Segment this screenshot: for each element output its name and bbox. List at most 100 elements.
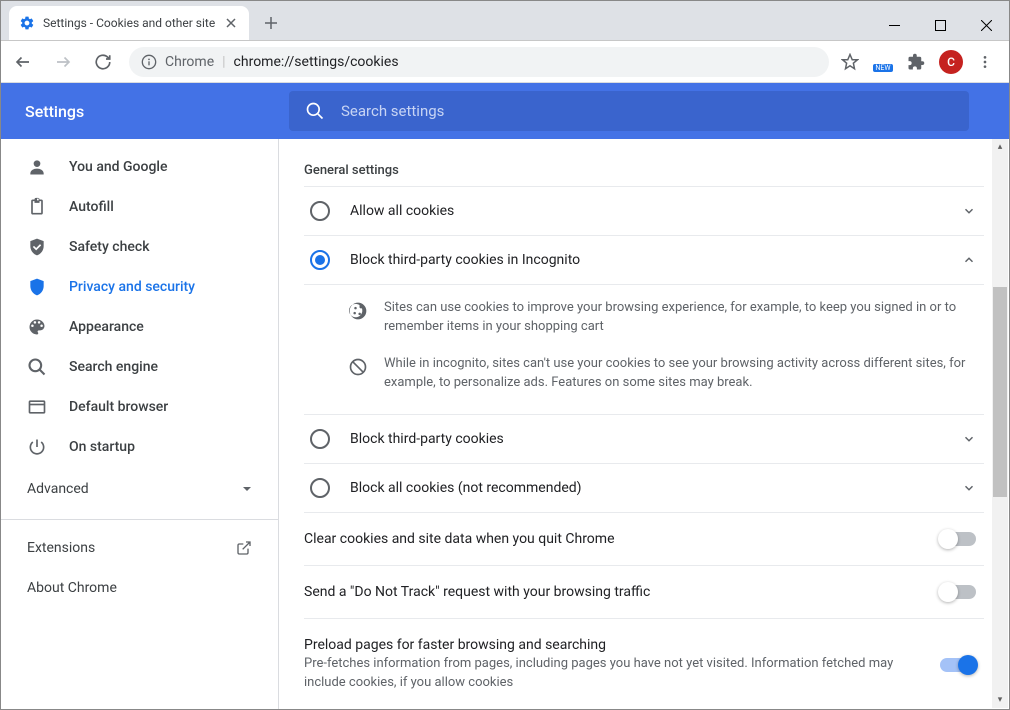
toggle-label: Clear cookies and site data when you qui… — [304, 531, 924, 547]
section-title: General settings — [304, 163, 984, 178]
profile-avatar[interactable]: C — [939, 50, 963, 74]
sidebar-item-search-engine[interactable]: Search engine — [1, 347, 278, 387]
url-text: chrome://settings/cookies — [234, 54, 399, 70]
toggle-sublabel: Pre-fetches information from pages, incl… — [304, 655, 924, 691]
sidebar-item-label: Safety check — [69, 239, 150, 255]
search-placeholder: Search settings — [341, 102, 444, 120]
main-content: General settings Allow all cookies Block… — [279, 139, 1009, 709]
palette-icon — [27, 317, 47, 337]
desc-text: Sites can use cookies to improve your br… — [384, 299, 976, 337]
toggle-label: Send a "Do Not Track" request with your … — [304, 584, 924, 600]
sidebar-item-label: Default browser — [69, 399, 168, 415]
cookie-icon — [348, 301, 368, 321]
sidebar-item-label: Appearance — [69, 319, 144, 335]
address-bar[interactable]: Chrome | chrome://settings/cookies — [129, 47, 829, 77]
about-label: About Chrome — [27, 580, 117, 596]
radio-block-third-party-incognito[interactable]: Block third-party cookies in Incognito — [304, 235, 984, 284]
sidebar-item-label: Search engine — [69, 359, 158, 375]
toggle-switch[interactable] — [940, 532, 976, 546]
toggle-switch-on[interactable] — [940, 658, 976, 672]
close-tab-icon[interactable] — [223, 15, 239, 31]
sidebar: You and Google Autofill Safety check Pri… — [1, 139, 279, 709]
toggle-do-not-track[interactable]: Send a "Do Not Track" request with your … — [304, 565, 984, 618]
radio-icon — [310, 478, 330, 498]
search-icon — [305, 101, 325, 121]
desc-item-cookie: Sites can use cookies to improve your br… — [348, 285, 984, 341]
sidebar-advanced[interactable]: Advanced — [1, 467, 278, 511]
radio-block-third-party[interactable]: Block third-party cookies — [304, 414, 984, 463]
radio-label: Allow all cookies — [350, 203, 942, 219]
settings-title: Settings — [25, 102, 257, 121]
sidebar-item-safety-check[interactable]: Safety check — [1, 227, 278, 267]
site-info-icon[interactable] — [141, 54, 157, 70]
radio-icon — [310, 201, 330, 221]
desc-item-block: While in incognito, sites can't use your… — [348, 341, 984, 397]
new-tab-button[interactable] — [257, 9, 285, 37]
scroll-thumb[interactable] — [993, 287, 1007, 497]
scroll-down-icon[interactable]: ▾ — [992, 692, 1008, 708]
sidebar-item-autofill[interactable]: Autofill — [1, 187, 278, 227]
new-extension-badge[interactable]: NEW — [873, 53, 893, 71]
minimize-button[interactable] — [871, 10, 917, 40]
sidebar-item-you-and-google[interactable]: You and Google — [1, 147, 278, 187]
titlebar: Settings - Cookies and other site — [1, 1, 1009, 41]
sidebar-item-default-browser[interactable]: Default browser — [1, 387, 278, 427]
external-link-icon — [236, 540, 252, 556]
chrome-menu-icon[interactable] — [977, 54, 993, 70]
maximize-button[interactable] — [917, 10, 963, 40]
window-controls — [871, 16, 1009, 40]
extensions-label: Extensions — [27, 540, 95, 556]
chevron-up-icon[interactable] — [962, 253, 976, 267]
sidebar-item-appearance[interactable]: Appearance — [1, 307, 278, 347]
url-prefix: Chrome — [165, 54, 214, 70]
radio-label: Block all cookies (not recommended) — [350, 480, 942, 496]
browser-icon — [27, 397, 47, 417]
chevron-down-icon[interactable] — [962, 481, 976, 495]
back-button[interactable] — [9, 48, 37, 76]
advanced-label: Advanced — [27, 481, 89, 497]
clipboard-icon — [27, 197, 47, 217]
search-settings-input[interactable]: Search settings — [289, 91, 969, 131]
sidebar-extensions[interactable]: Extensions — [1, 528, 278, 568]
radio-label: Block third-party cookies in Incognito — [350, 252, 942, 268]
sidebar-item-on-startup[interactable]: On startup — [1, 427, 278, 467]
chevron-down-icon — [242, 484, 252, 494]
reload-button[interactable] — [89, 48, 117, 76]
url-separator: | — [222, 54, 225, 70]
sidebar-item-label: On startup — [69, 439, 135, 455]
chevron-down-icon[interactable] — [962, 432, 976, 446]
close-window-button[interactable] — [963, 10, 1009, 40]
radio-block-all-cookies[interactable]: Block all cookies (not recommended) — [304, 463, 984, 512]
toggle-preload-pages[interactable]: Preload pages for faster browsing and se… — [304, 618, 984, 691]
browser-toolbar: Chrome | chrome://settings/cookies NEW C — [1, 41, 1009, 83]
browser-tab[interactable]: Settings - Cookies and other site — [9, 6, 249, 40]
sidebar-item-privacy-security[interactable]: Privacy and security — [1, 267, 278, 307]
radio-description-block: Sites can use cookies to improve your br… — [304, 284, 984, 414]
radio-allow-all-cookies[interactable]: Allow all cookies — [304, 186, 984, 235]
toggle-label: Preload pages for faster browsing and se… — [304, 637, 924, 653]
chevron-down-icon[interactable] — [962, 204, 976, 218]
shield-icon — [27, 277, 47, 297]
shield-check-icon — [27, 237, 47, 257]
forward-button[interactable] — [49, 48, 77, 76]
scrollbar-vertical[interactable]: ▴ ▾ — [992, 139, 1008, 708]
sidebar-item-label: Privacy and security — [69, 279, 195, 295]
toggle-clear-on-quit[interactable]: Clear cookies and site data when you qui… — [304, 512, 984, 565]
person-icon — [27, 157, 47, 177]
radio-label: Block third-party cookies — [350, 431, 942, 447]
sidebar-about-chrome[interactable]: About Chrome — [1, 568, 278, 608]
search-icon — [27, 357, 47, 377]
radio-icon-selected — [310, 250, 330, 270]
settings-header: Settings Search settings — [1, 83, 1009, 139]
desc-text: While in incognito, sites can't use your… — [384, 355, 976, 393]
toggle-switch[interactable] — [940, 585, 976, 599]
divider — [1, 519, 278, 520]
gear-icon — [19, 15, 35, 31]
extensions-puzzle-icon[interactable] — [907, 53, 925, 71]
power-icon — [27, 437, 47, 457]
block-icon — [348, 357, 368, 377]
tab-title: Settings - Cookies and other site — [43, 16, 215, 30]
sidebar-item-label: You and Google — [69, 159, 167, 175]
scroll-up-icon[interactable]: ▴ — [992, 139, 1008, 155]
bookmark-star-icon[interactable] — [841, 53, 859, 71]
